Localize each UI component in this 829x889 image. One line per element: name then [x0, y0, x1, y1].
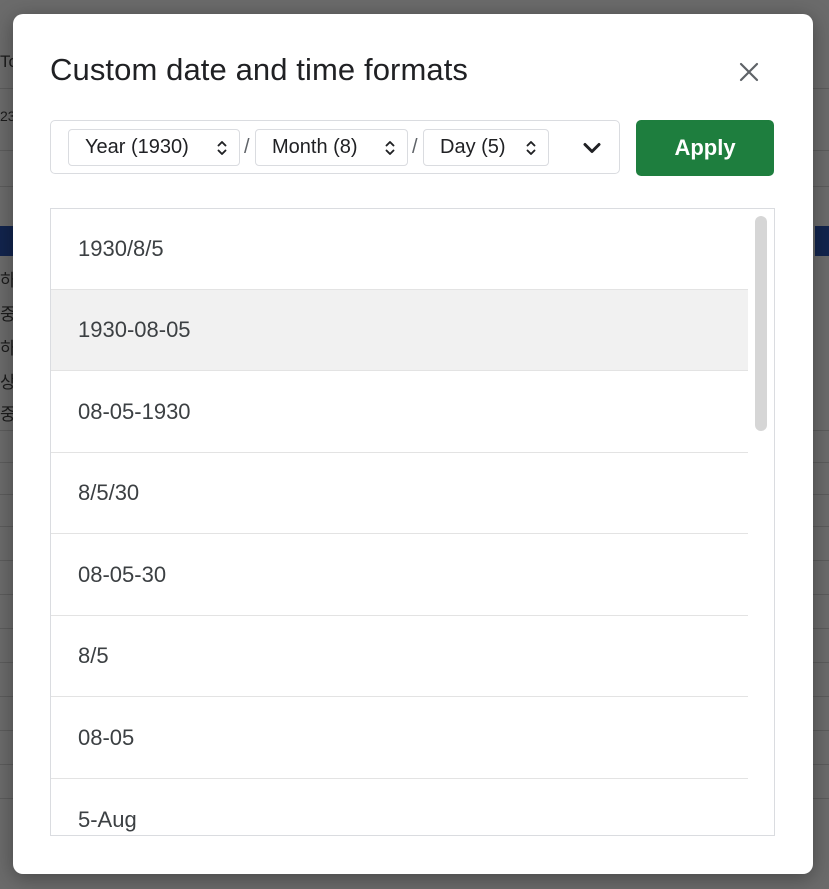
close-icon: [739, 62, 759, 82]
day-chip[interactable]: Day (5): [423, 129, 549, 166]
sort-updown-icon: [526, 141, 536, 155]
apply-button[interactable]: Apply: [636, 120, 774, 176]
format-option[interactable]: 08-05-1930: [51, 372, 748, 453]
date-separator: /: [244, 136, 250, 158]
chevron-down-icon: [583, 143, 601, 153]
format-option[interactable]: 08-05: [51, 698, 748, 779]
year-chip-label: Year (1930): [85, 136, 189, 158]
month-chip-label: Month (8): [272, 136, 358, 158]
month-chip[interactable]: Month (8): [255, 129, 408, 166]
format-option[interactable]: 8/5/30: [51, 453, 748, 534]
sort-updown-icon: [217, 141, 227, 155]
format-option[interactable]: 5-Aug: [51, 780, 748, 835]
format-option-selected[interactable]: 1930-08-05: [51, 290, 748, 371]
day-chip-label: Day (5): [440, 136, 506, 158]
custom-date-time-dialog: Custom date and time formats Year (1930)…: [13, 14, 813, 874]
expand-formats-button[interactable]: [579, 135, 605, 161]
sort-updown-icon: [385, 141, 395, 155]
date-separator: /: [412, 136, 418, 158]
format-option[interactable]: 1930/8/5: [51, 209, 748, 290]
format-option[interactable]: 08-05-30: [51, 535, 748, 616]
close-button[interactable]: [733, 56, 765, 88]
format-list[interactable]: 1930/8/5 1930-08-05 08-05-1930 8/5/30 08…: [50, 208, 775, 836]
list-scrollbar[interactable]: [755, 216, 767, 431]
year-chip[interactable]: Year (1930): [68, 129, 240, 166]
dialog-title: Custom date and time formats: [50, 52, 469, 87]
format-option[interactable]: 8/5: [51, 616, 748, 697]
format-builder[interactable]: Year (1930) / Month (8) / Day (5): [50, 120, 620, 174]
